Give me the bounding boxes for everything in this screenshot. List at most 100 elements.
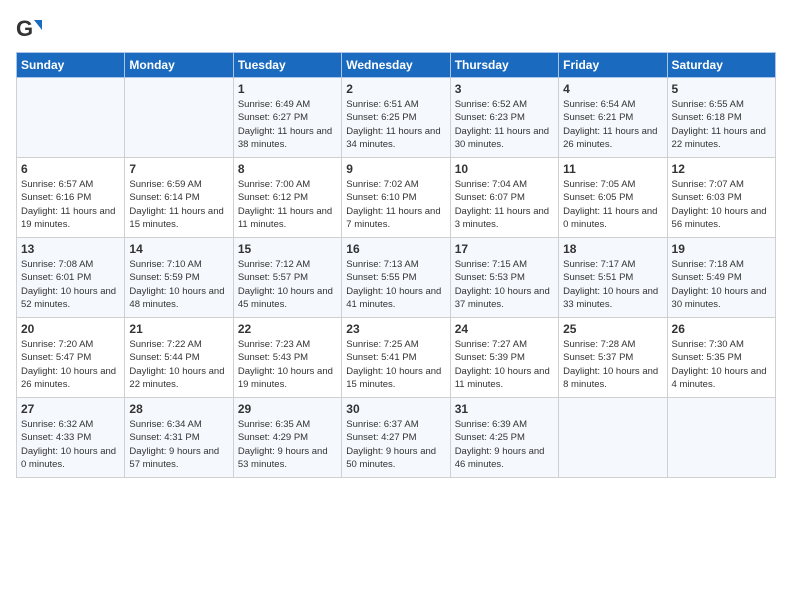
- day-number: 14: [129, 242, 228, 256]
- day-number: 10: [455, 162, 554, 176]
- header-thursday: Thursday: [450, 53, 558, 78]
- header-tuesday: Tuesday: [233, 53, 341, 78]
- day-cell: 3 Sunrise: 6:52 AM Sunset: 6:23 PM Daylig…: [450, 78, 558, 158]
- day-number: 26: [672, 322, 771, 336]
- calendar-table: SundayMondayTuesdayWednesdayThursdayFrid…: [16, 52, 776, 478]
- calendar-body: 1 Sunrise: 6:49 AM Sunset: 6:27 PM Daylig…: [17, 78, 776, 478]
- svg-text:G: G: [16, 16, 33, 41]
- day-info: Sunrise: 6:32 AM Sunset: 4:33 PM Dayligh…: [21, 418, 120, 471]
- day-number: 25: [563, 322, 662, 336]
- day-cell: 28Sunrise: 6:34 AM Sunset: 4:31 PM Dayli…: [125, 398, 233, 478]
- day-number: 22: [238, 322, 337, 336]
- day-info: Sunrise: 7:07 AM Sunset: 6:03 PM Dayligh…: [672, 178, 771, 231]
- day-number: 30: [346, 402, 445, 416]
- day-number: 12: [672, 162, 771, 176]
- day-number: 4: [563, 82, 662, 96]
- day-number: 3: [455, 82, 554, 96]
- day-cell: 14 Sunrise: 7:10 AM Sunset: 5:59 PM Dayli…: [125, 238, 233, 318]
- week-row-5: 27 Sunrise: 6:32 AM Sunset: 4:33 PM Dayli…: [17, 398, 776, 478]
- header-row: SundayMondayTuesdayWednesdayThursdayFrid…: [17, 53, 776, 78]
- day-number: 31: [455, 402, 554, 416]
- day-number: 20: [21, 322, 120, 336]
- day-number: 1: [238, 82, 337, 96]
- day-info: Sunrise: 7:15 AM Sunset: 5:53 PM Dayligh…: [455, 258, 554, 311]
- day-info: Sunrise: 7:27 AM Sunset: 5:39 PM Dayligh…: [455, 338, 554, 391]
- day-info: Sunrise: 7:17 AM Sunset: 5:51 PM Dayligh…: [563, 258, 662, 311]
- day-info: Sunrise: 7:04 AM Sunset: 6:07 PM Dayligh…: [455, 178, 554, 231]
- day-info: Sunrise: 6:34 AM Sunset: 4:31 PM Dayligh…: [129, 418, 228, 471]
- day-info: Sunrise: 7:12 AM Sunset: 5:57 PM Dayligh…: [238, 258, 337, 311]
- day-cell: 12 Sunrise: 7:07 AM Sunset: 6:03 PM Dayli…: [667, 158, 775, 238]
- day-number: 13: [21, 242, 120, 256]
- day-cell: 17Sunrise: 7:15 AM Sunset: 5:53 PM Dayli…: [450, 238, 558, 318]
- day-number: 15: [238, 242, 337, 256]
- day-info: Sunrise: 6:39 AM Sunset: 4:25 PM Dayligh…: [455, 418, 554, 471]
- day-info: Sunrise: 7:22 AM Sunset: 5:44 PM Dayligh…: [129, 338, 228, 391]
- day-number: 7: [129, 162, 228, 176]
- logo: G: [16, 16, 48, 44]
- day-number: 5: [672, 82, 771, 96]
- day-cell: 4 Sunrise: 6:54 AM Sunset: 6:21 PM Daylig…: [559, 78, 667, 158]
- week-row-4: 20 Sunrise: 7:20 AM Sunset: 5:47 PM Dayli…: [17, 318, 776, 398]
- day-info: Sunrise: 7:30 AM Sunset: 5:35 PM Dayligh…: [672, 338, 771, 391]
- day-info: Sunrise: 6:51 AM Sunset: 6:25 PM Dayligh…: [346, 98, 445, 151]
- day-cell: 16Sunrise: 7:13 AM Sunset: 5:55 PM Dayli…: [342, 238, 450, 318]
- day-cell: 9 Sunrise: 7:02 AM Sunset: 6:10 PM Daylig…: [342, 158, 450, 238]
- day-info: Sunrise: 7:28 AM Sunset: 5:37 PM Dayligh…: [563, 338, 662, 391]
- week-row-2: 6 Sunrise: 6:57 AM Sunset: 6:16 PM Daylig…: [17, 158, 776, 238]
- day-cell: [559, 398, 667, 478]
- day-cell: 31 Sunrise: 6:39 AM Sunset: 4:25 PM Dayli…: [450, 398, 558, 478]
- day-cell: 10 Sunrise: 7:04 AM Sunset: 6:07 PM Dayli…: [450, 158, 558, 238]
- day-cell: 29Sunrise: 6:35 AM Sunset: 4:29 PM Dayli…: [233, 398, 341, 478]
- day-cell: 27 Sunrise: 6:32 AM Sunset: 4:33 PM Dayli…: [17, 398, 125, 478]
- day-number: 27: [21, 402, 120, 416]
- page-header: G: [16, 16, 776, 44]
- day-cell: 11 Sunrise: 7:05 AM Sunset: 6:05 PM Dayli…: [559, 158, 667, 238]
- day-number: 19: [672, 242, 771, 256]
- day-info: Sunrise: 7:25 AM Sunset: 5:41 PM Dayligh…: [346, 338, 445, 391]
- header-friday: Friday: [559, 53, 667, 78]
- week-row-1: 1 Sunrise: 6:49 AM Sunset: 6:27 PM Daylig…: [17, 78, 776, 158]
- day-cell: 26 Sunrise: 7:30 AM Sunset: 5:35 PM Dayli…: [667, 318, 775, 398]
- day-info: Sunrise: 7:20 AM Sunset: 5:47 PM Dayligh…: [21, 338, 120, 391]
- day-cell: 19 Sunrise: 7:18 AM Sunset: 5:49 PM Dayli…: [667, 238, 775, 318]
- day-info: Sunrise: 7:08 AM Sunset: 6:01 PM Dayligh…: [21, 258, 120, 311]
- day-number: 9: [346, 162, 445, 176]
- day-info: Sunrise: 6:52 AM Sunset: 6:23 PM Dayligh…: [455, 98, 554, 151]
- day-cell: 18 Sunrise: 7:17 AM Sunset: 5:51 PM Dayli…: [559, 238, 667, 318]
- day-cell: 6 Sunrise: 6:57 AM Sunset: 6:16 PM Daylig…: [17, 158, 125, 238]
- day-cell: 5 Sunrise: 6:55 AM Sunset: 6:18 PM Daylig…: [667, 78, 775, 158]
- day-cell: 8Sunrise: 7:00 AM Sunset: 6:12 PM Daylig…: [233, 158, 341, 238]
- calendar-header: SundayMondayTuesdayWednesdayThursdayFrid…: [17, 53, 776, 78]
- day-cell: 7 Sunrise: 6:59 AM Sunset: 6:14 PM Daylig…: [125, 158, 233, 238]
- day-cell: 15 Sunrise: 7:12 AM Sunset: 5:57 PM Dayli…: [233, 238, 341, 318]
- day-cell: 30 Sunrise: 6:37 AM Sunset: 4:27 PM Dayli…: [342, 398, 450, 478]
- day-cell: 23Sunrise: 7:25 AM Sunset: 5:41 PM Dayli…: [342, 318, 450, 398]
- day-cell: 1 Sunrise: 6:49 AM Sunset: 6:27 PM Daylig…: [233, 78, 341, 158]
- day-info: Sunrise: 6:59 AM Sunset: 6:14 PM Dayligh…: [129, 178, 228, 231]
- day-info: Sunrise: 6:55 AM Sunset: 6:18 PM Dayligh…: [672, 98, 771, 151]
- day-cell: 24 Sunrise: 7:27 AM Sunset: 5:39 PM Dayli…: [450, 318, 558, 398]
- day-info: Sunrise: 7:05 AM Sunset: 6:05 PM Dayligh…: [563, 178, 662, 231]
- day-cell: 22Sunrise: 7:23 AM Sunset: 5:43 PM Dayli…: [233, 318, 341, 398]
- day-number: 6: [21, 162, 120, 176]
- day-info: Sunrise: 7:10 AM Sunset: 5:59 PM Dayligh…: [129, 258, 228, 311]
- day-cell: 2 Sunrise: 6:51 AM Sunset: 6:25 PM Daylig…: [342, 78, 450, 158]
- day-cell: 20 Sunrise: 7:20 AM Sunset: 5:47 PM Dayli…: [17, 318, 125, 398]
- day-cell: [17, 78, 125, 158]
- day-number: 8: [238, 162, 337, 176]
- day-cell: 21Sunrise: 7:22 AM Sunset: 5:44 PM Dayli…: [125, 318, 233, 398]
- day-info: Sunrise: 6:54 AM Sunset: 6:21 PM Dayligh…: [563, 98, 662, 151]
- day-info: Sunrise: 6:49 AM Sunset: 6:27 PM Dayligh…: [238, 98, 337, 151]
- day-number: 18: [563, 242, 662, 256]
- day-info: Sunrise: 7:02 AM Sunset: 6:10 PM Dayligh…: [346, 178, 445, 231]
- day-cell: 25 Sunrise: 7:28 AM Sunset: 5:37 PM Dayli…: [559, 318, 667, 398]
- day-number: 24: [455, 322, 554, 336]
- day-number: 11: [563, 162, 662, 176]
- header-wednesday: Wednesday: [342, 53, 450, 78]
- day-info: Sunrise: 6:57 AM Sunset: 6:16 PM Dayligh…: [21, 178, 120, 231]
- day-info: Sunrise: 7:18 AM Sunset: 5:49 PM Dayligh…: [672, 258, 771, 311]
- day-cell: [125, 78, 233, 158]
- day-info: Sunrise: 6:37 AM Sunset: 4:27 PM Dayligh…: [346, 418, 445, 471]
- day-number: 2: [346, 82, 445, 96]
